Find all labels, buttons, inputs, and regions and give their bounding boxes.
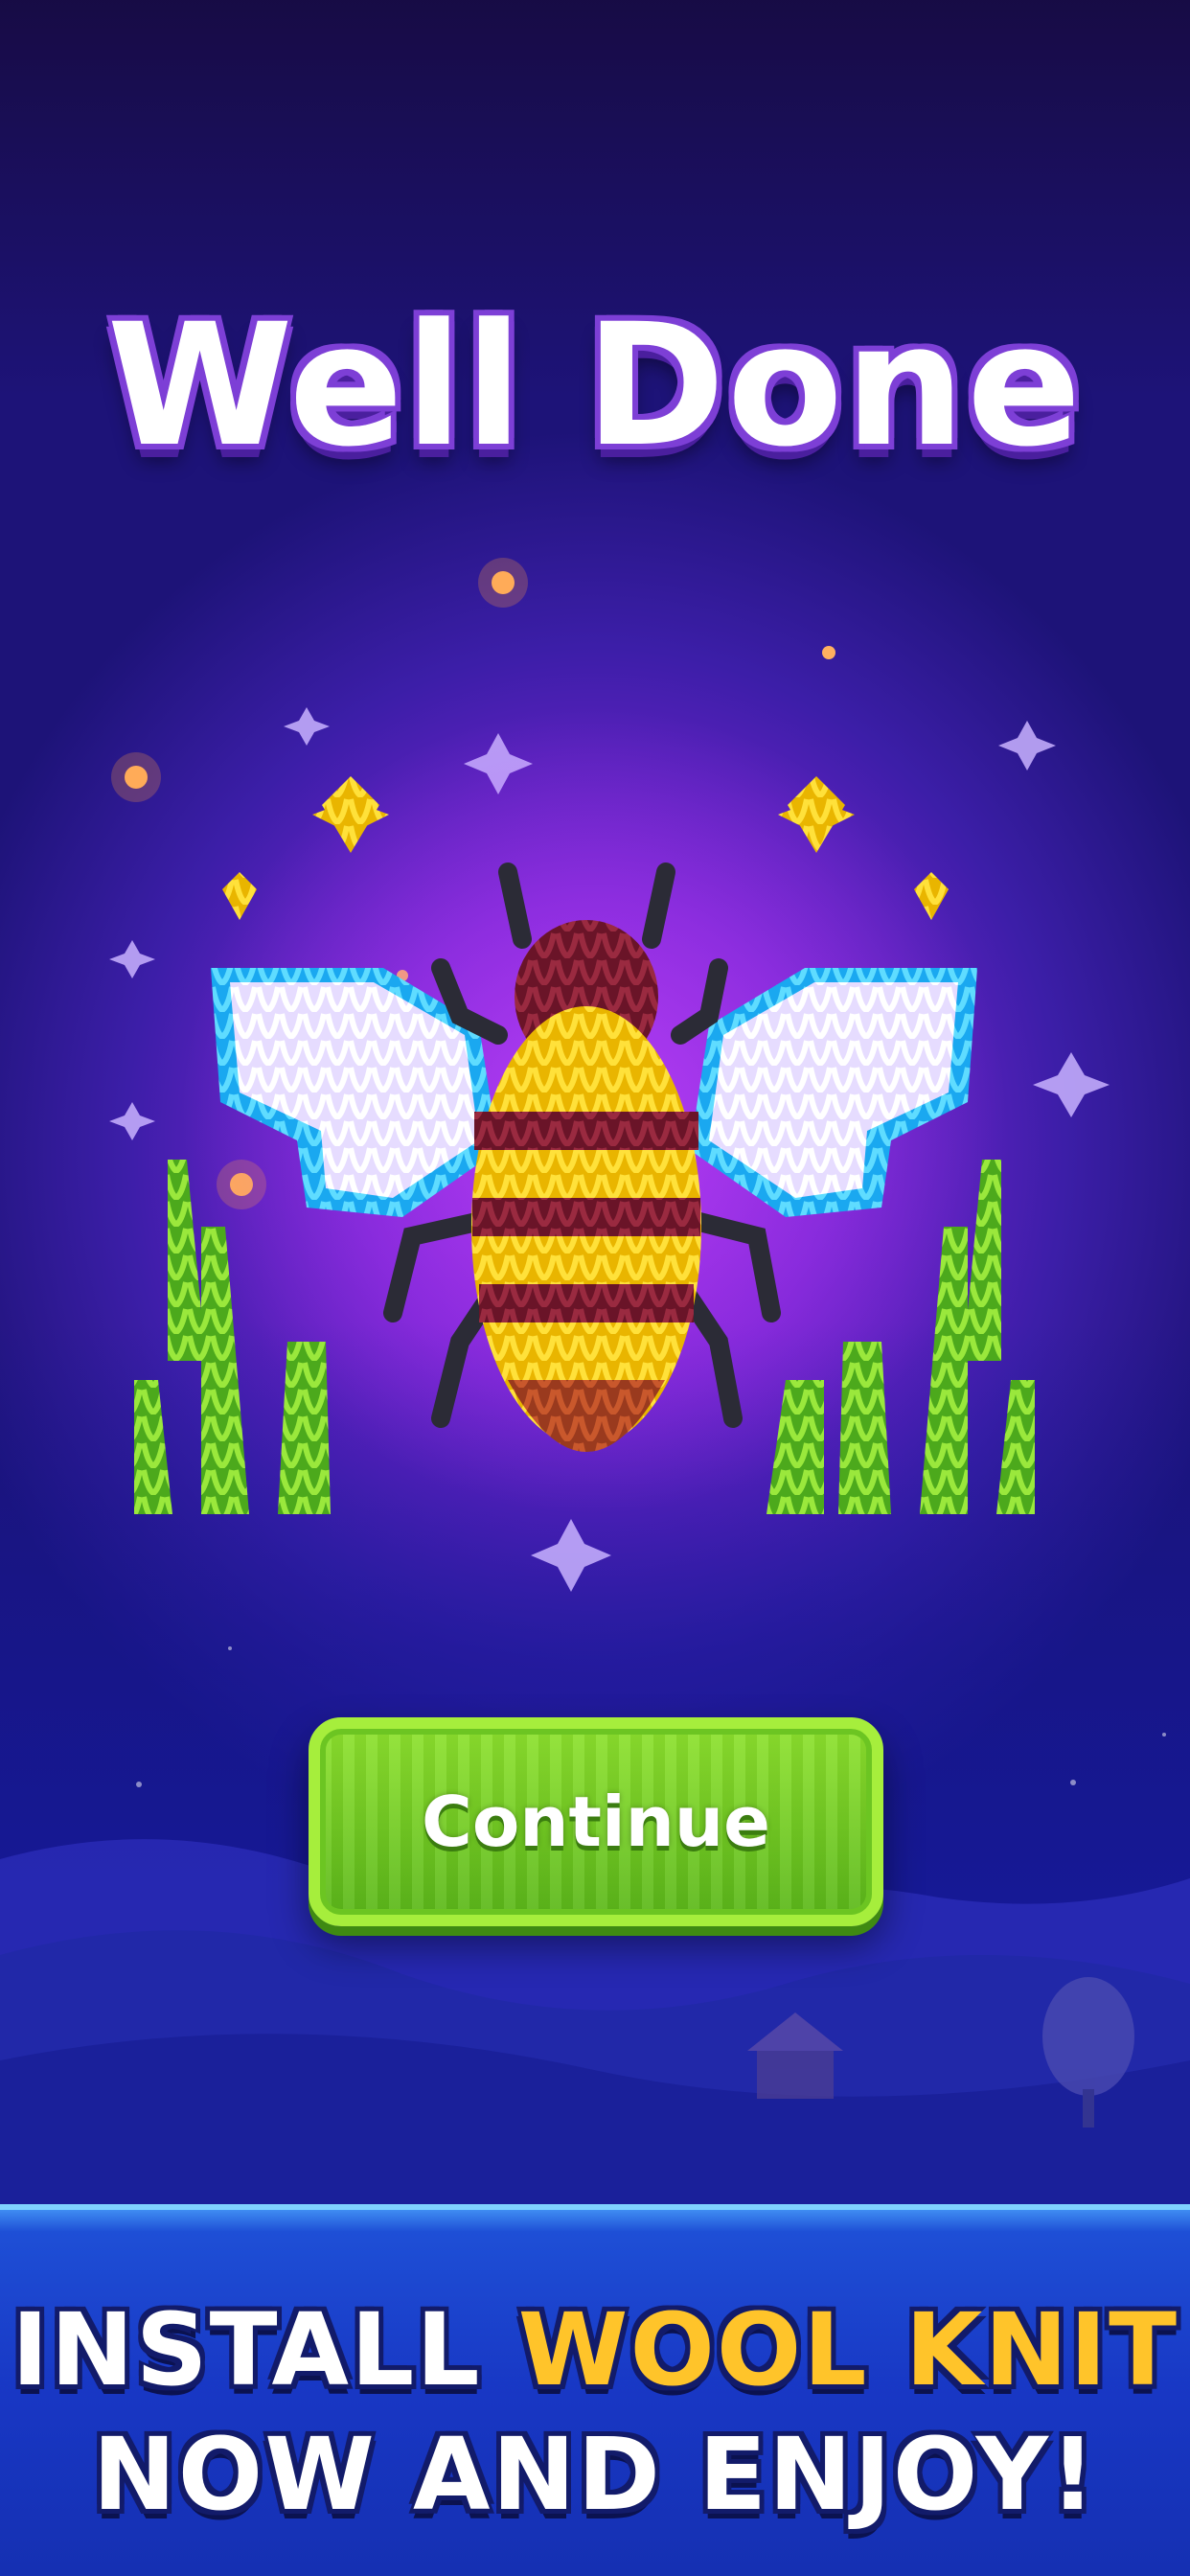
banner-brand-text: WOOL KNIT — [517, 2291, 1179, 2408]
continue-button[interactable]: Continue — [309, 1717, 883, 1926]
well-done-title: Well Done — [106, 288, 1084, 484]
knit-bee-artwork — [134, 709, 1035, 1514]
install-banner[interactable]: INSTALL WOOL KNIT NOW AND ENJOY! — [0, 2204, 1190, 2576]
banner-line-2: NOW AND ENJOY! — [92, 2416, 1098, 2533]
continue-button-label: Continue — [421, 1782, 770, 1862]
banner-line-1: INSTALL WOOL KNIT — [0, 2291, 1190, 2408]
banner-install-text: INSTALL — [11, 2291, 482, 2408]
